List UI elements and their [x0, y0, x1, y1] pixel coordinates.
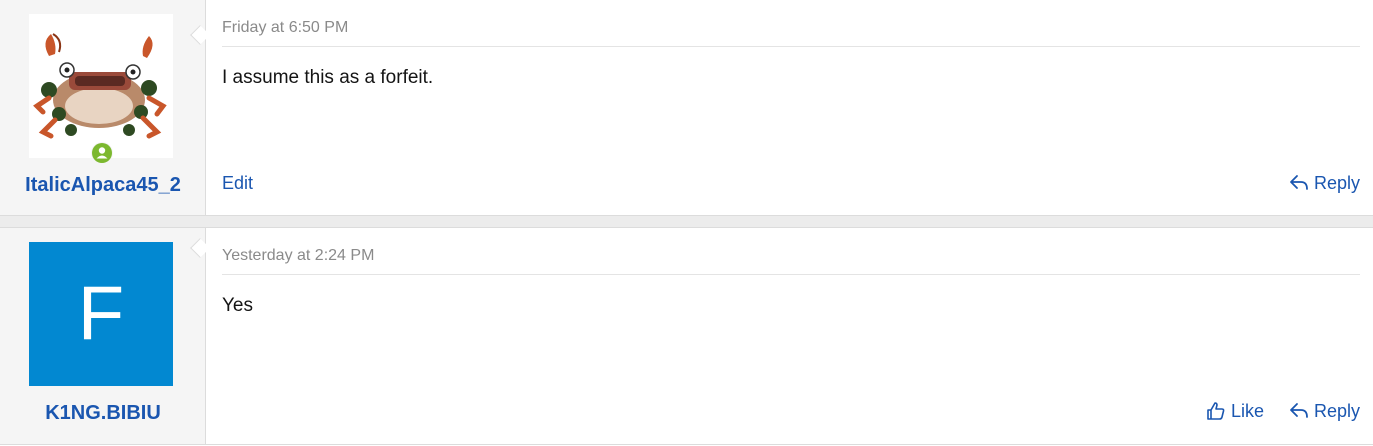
post-content: Yesterday at 2:24 PM Yes	[222, 244, 1360, 317]
reply-button[interactable]: Reply	[1289, 171, 1360, 195]
username-link[interactable]: K1NG.BIBIU	[0, 402, 206, 425]
post-content: Friday at 6:50 PM I assume this as a for…	[222, 16, 1360, 89]
thread: ItalicAlpaca45_2 Friday at 6:50 PM I ass…	[0, 0, 1373, 446]
online-status-icon	[91, 142, 113, 164]
user-column: ItalicAlpaca45_2	[0, 0, 206, 215]
post-message: Yes	[222, 295, 253, 316]
edit-button[interactable]: Edit	[222, 171, 253, 195]
post-actions: Edit Reply	[222, 171, 1360, 195]
reply-button[interactable]: Reply	[1289, 399, 1360, 423]
post-message: I assume this as a forfeit.	[222, 67, 434, 88]
crab-avatar-image	[33, 33, 167, 139]
post: F K1NG.BIBIU Yesterday at 2:24 PM Yes Li…	[0, 227, 1373, 445]
post-separator	[0, 216, 1373, 227]
post-timestamp[interactable]: Friday at 6:50 PM	[222, 16, 1360, 47]
avatar[interactable]: F	[29, 242, 173, 386]
edit-label: Edit	[222, 173, 254, 193]
username-link[interactable]: ItalicAlpaca45_2	[0, 174, 206, 197]
reply-label: Reply	[1313, 401, 1360, 421]
reply-icon	[1289, 402, 1309, 420]
user-column: F K1NG.BIBIU	[0, 228, 206, 444]
post-actions: Like Reply	[222, 399, 1360, 423]
reply-label: Reply	[1313, 173, 1360, 193]
post-timestamp[interactable]: Yesterday at 2:24 PM	[222, 244, 1360, 275]
reply-icon	[1289, 174, 1309, 192]
like-label: Like	[1230, 401, 1264, 421]
avatar-letter: F	[77, 271, 125, 356]
avatar[interactable]	[29, 14, 173, 158]
post: ItalicAlpaca45_2 Friday at 6:50 PM I ass…	[0, 0, 1373, 216]
thumbs-up-icon	[1206, 401, 1226, 421]
like-button[interactable]: Like	[1206, 399, 1264, 423]
